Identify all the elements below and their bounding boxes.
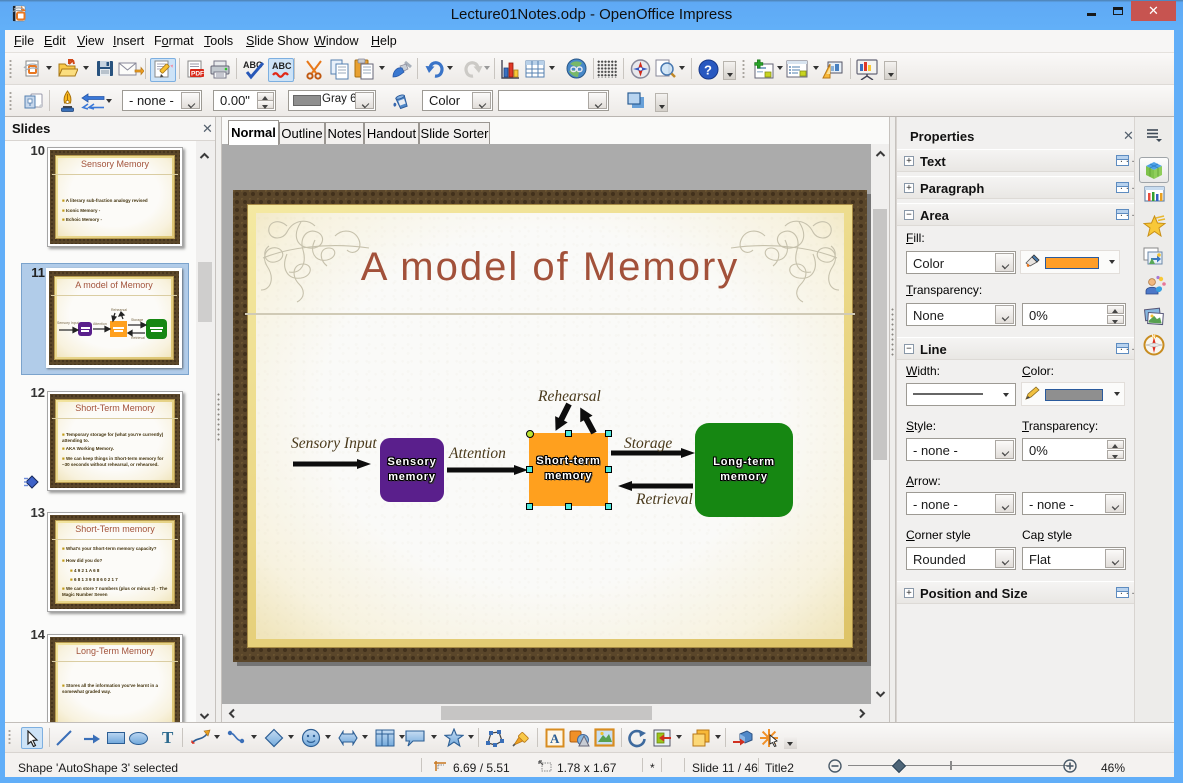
svg-text:ABC: ABC (272, 61, 292, 71)
svg-text:Retrieval: Retrieval (131, 336, 145, 340)
svg-text:A: A (550, 731, 560, 746)
svg-text:N: N (1152, 335, 1156, 341)
svg-text:PDF: PDF (191, 71, 204, 78)
svg-text:?: ? (704, 63, 712, 78)
svg-text:Sensory Input: Sensory Input (57, 321, 79, 325)
svg-text:Attention: Attention (93, 322, 107, 326)
svg-text:Storage: Storage (131, 318, 143, 322)
svg-text:Rehearsal: Rehearsal (111, 308, 127, 312)
